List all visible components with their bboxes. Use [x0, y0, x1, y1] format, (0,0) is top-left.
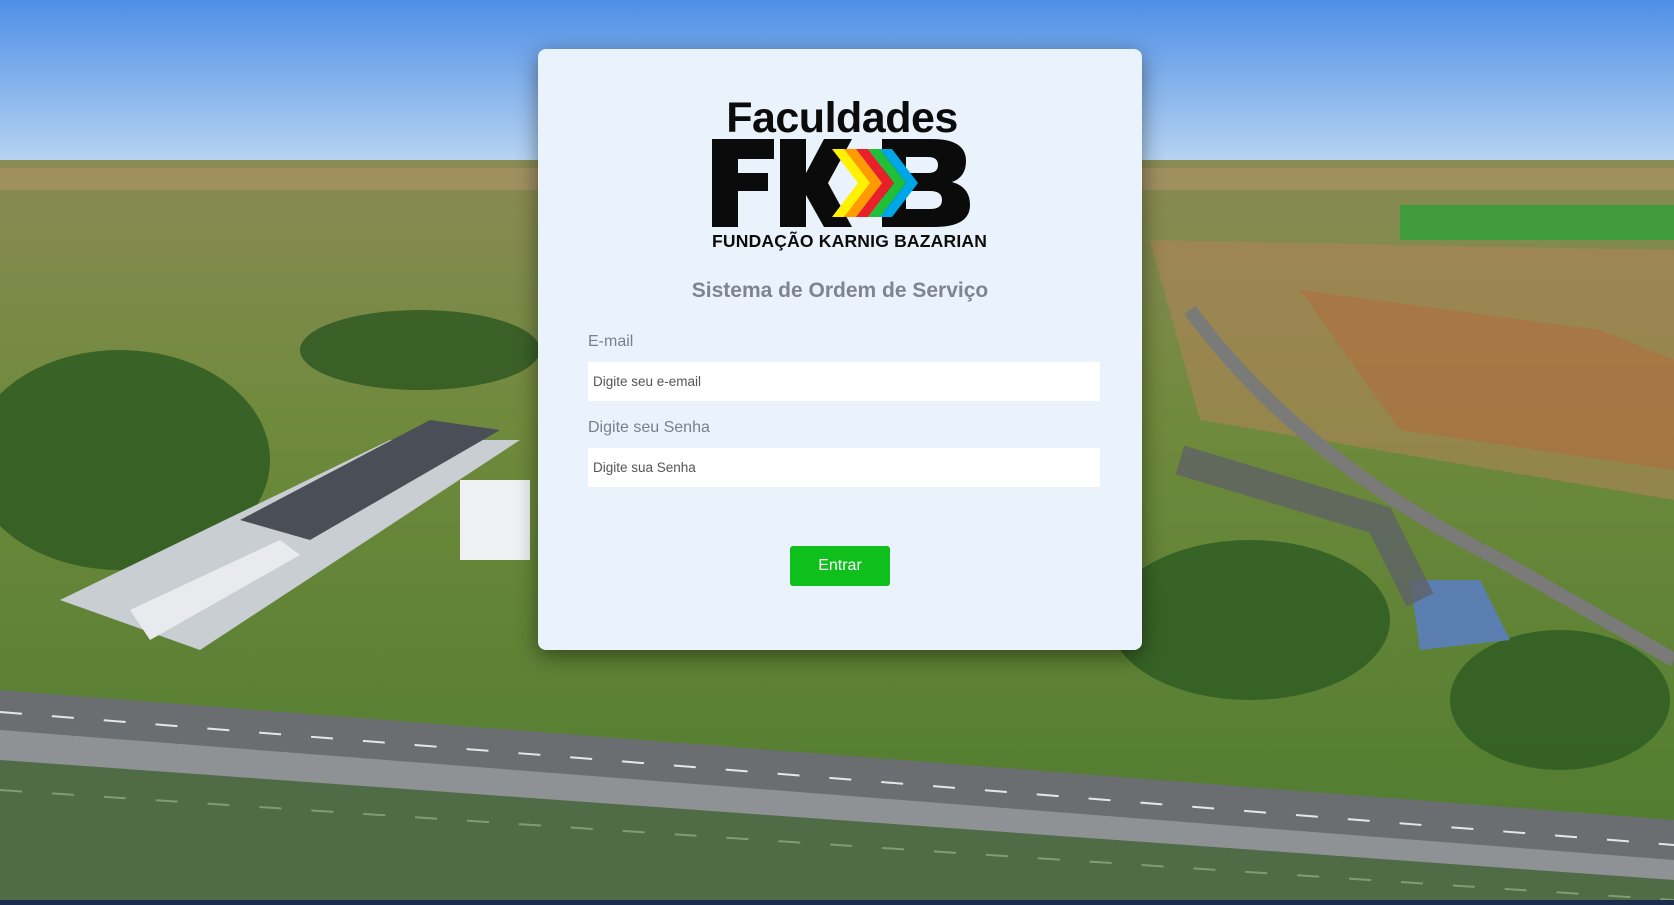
bottom-strip [0, 900, 1674, 905]
login-card: Faculdades FUNDAÇÃO KARNIG BAZARIAN Sist… [538, 49, 1142, 650]
logo-wordmark: Faculdades [726, 94, 958, 142]
login-button[interactable]: Entrar [790, 546, 890, 586]
system-title: Sistema de Ordem de Serviço [691, 279, 989, 302]
email-label: E-mail [588, 333, 634, 350]
fkb-logo: Faculdades FUNDAÇÃO KARNIG BAZARIAN [712, 94, 988, 251]
fkb-letters-logo [712, 139, 970, 227]
password-input[interactable] [588, 448, 1100, 487]
logo-subtitle: FUNDAÇÃO KARNIG BAZARIAN [712, 231, 988, 251]
email-input[interactable] [588, 362, 1100, 401]
password-label: Digite seu Senha [588, 419, 710, 436]
